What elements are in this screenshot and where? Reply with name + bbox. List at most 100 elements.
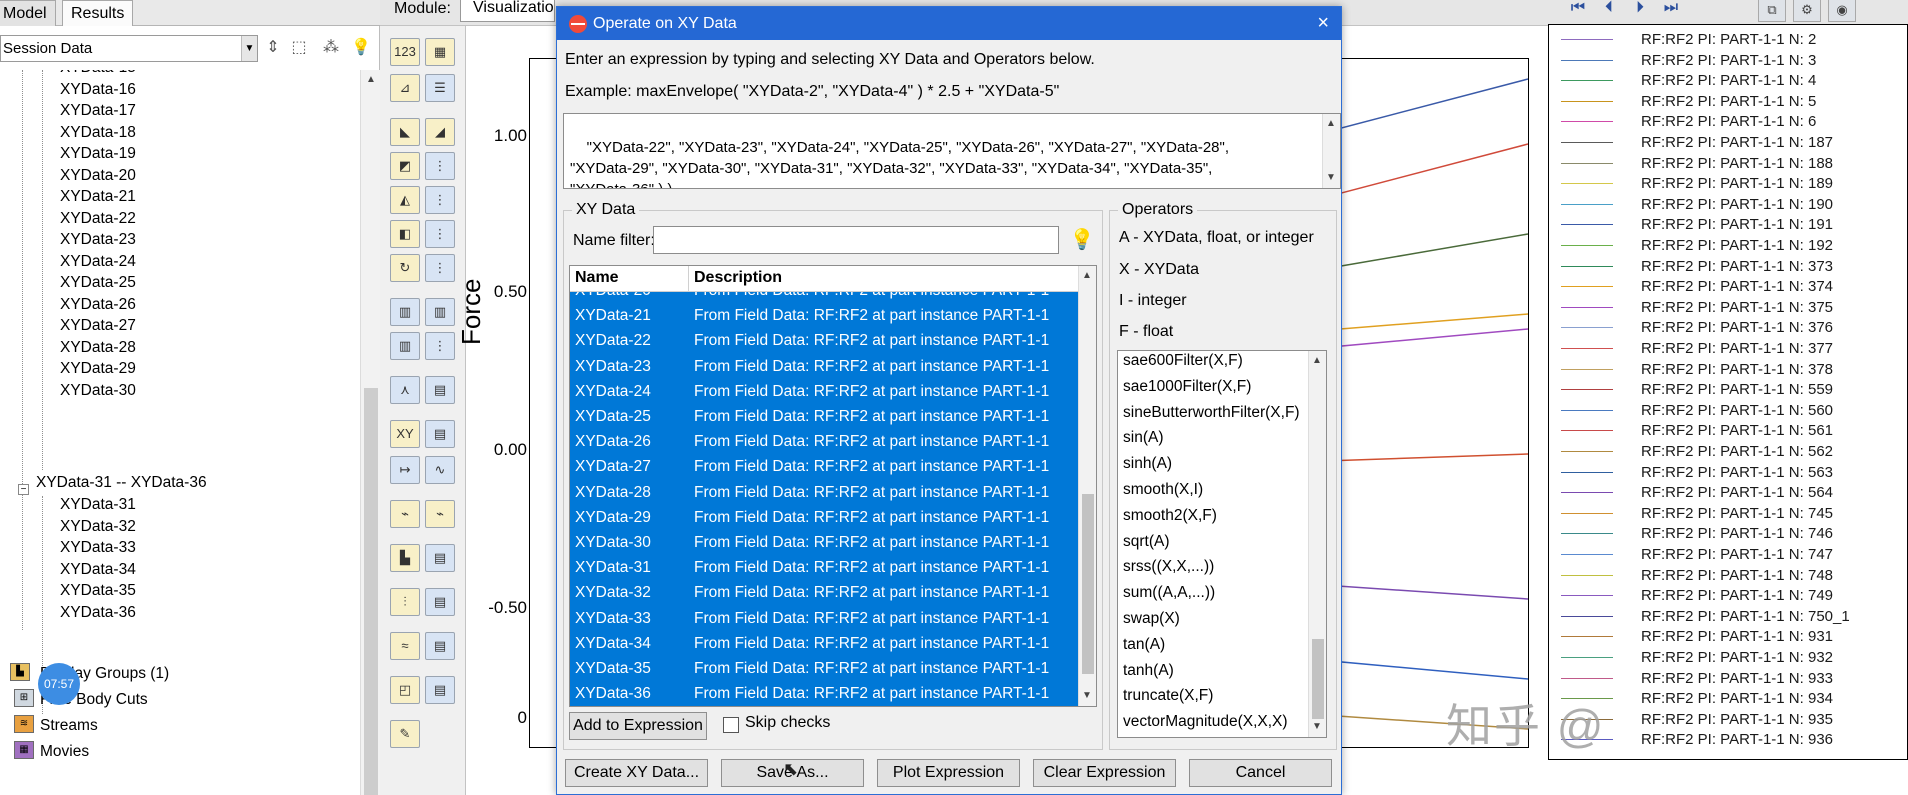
column-header-name[interactable]: Name — [575, 269, 619, 287]
tree-item-xydata[interactable]: XYData-22 — [60, 207, 136, 231]
tree-item-movies[interactable]: Movies — [40, 740, 89, 764]
tree-item-xydata[interactable]: XYData-34 — [60, 558, 136, 582]
operator-item[interactable]: sum((A,A,...)) — [1123, 584, 1215, 602]
table-row[interactable]: XYData-25 From Field Data: RF:RF2 at part… — [570, 404, 1080, 429]
query-tool-icon[interactable]: ◰ — [390, 676, 420, 704]
table-row[interactable]: XYData-27 From Field Data: RF:RF2 at part… — [570, 454, 1080, 479]
previous-frame-icon[interactable]: ⏴ — [1596, 0, 1622, 20]
animate-harmonic-icon[interactable]: ▥ — [390, 332, 420, 360]
tree-item-streams[interactable]: Streams — [40, 714, 98, 738]
overlay-options-icon[interactable]: ⋮ — [425, 254, 455, 282]
table-row[interactable]: XYData-23 From Field Data: RF:RF2 at part… — [570, 354, 1080, 379]
tree-item-xydata[interactable]: XYData-36 — [60, 601, 136, 625]
session-data-select[interactable]: Session Data ▼ — [0, 35, 258, 62]
operator-item[interactable]: swap(X) — [1123, 610, 1180, 628]
free-body-manager-icon[interactable]: ▤ — [425, 588, 455, 616]
operator-item[interactable]: srss((X,X,...)) — [1123, 558, 1214, 576]
next-frame-icon[interactable]: ⏵ — [1627, 0, 1653, 20]
tree-item-xydata[interactable]: XYData-28 — [60, 336, 136, 360]
tree-item-xydata[interactable]: XYData-27 — [60, 314, 136, 338]
plot-xy-icon[interactable]: ∿ — [425, 456, 455, 484]
scroll-down-icon[interactable]: ▼ — [1322, 168, 1340, 188]
xy-data-manager-icon[interactable]: XY — [390, 420, 420, 448]
operator-item[interactable]: sineButterworthFilter(X,F) — [1123, 404, 1300, 422]
symbol-plot-icon[interactable]: ◭ — [390, 186, 420, 214]
tree-item-xydata[interactable]: XYData-24 — [60, 250, 136, 274]
symbol-options-icon[interactable]: ⋮ — [425, 186, 455, 214]
clear-expression-button[interactable]: Clear Expression — [1033, 759, 1176, 787]
cancel-button[interactable]: Cancel — [1189, 759, 1332, 787]
operator-item[interactable]: vectorMagnitude(X,X,X) — [1123, 713, 1288, 731]
scroll-up-icon[interactable]: ▲ — [361, 70, 381, 90]
stream-manager-icon[interactable]: ⌁ — [425, 500, 455, 528]
operator-item[interactable]: sae1000Filter(X,F) — [1123, 378, 1251, 396]
table-row[interactable]: XYData-34 From Field Data: RF:RF2 at part… — [570, 631, 1080, 656]
tab-results[interactable]: Results — [62, 0, 134, 26]
tree-group-label[interactable]: XYData-31 -- XYData-36 — [36, 471, 207, 495]
tree-item-xydata[interactable]: XYData-29 — [60, 357, 136, 381]
operator-item[interactable]: smooth(X,I) — [1123, 481, 1203, 499]
numbering-tool-icon[interactable]: 123 — [390, 38, 420, 66]
add-to-expression-button[interactable]: Add to Expression — [569, 712, 707, 740]
scrollbar-thumb[interactable] — [1312, 639, 1324, 719]
module-select[interactable]: Visualization — [460, 0, 555, 22]
animate-scale-icon[interactable]: ▥ — [390, 298, 420, 326]
operator-item[interactable]: truncate(X,F) — [1123, 687, 1213, 705]
table-row[interactable]: XYData-24 From Field Data: RF:RF2 at part… — [570, 379, 1080, 404]
allow-multiple-plots-icon[interactable]: ↻ — [390, 254, 420, 282]
xy-data-list-icon[interactable]: ▤ — [425, 420, 455, 448]
animation-options-icon[interactable]: ⋮ — [425, 332, 455, 360]
table-row[interactable]: XYData-29 From Field Data: RF:RF2 at part… — [570, 505, 1080, 530]
table-row[interactable]: XYData-30 From Field Data: RF:RF2 at part… — [570, 530, 1080, 555]
free-body-icon[interactable]: ⫶ — [390, 588, 420, 616]
tab-model[interactable]: Model — [0, 0, 56, 26]
scroll-up-icon[interactable]: ▲ — [1322, 114, 1340, 134]
view-cut-icon[interactable]: ⋏ — [390, 376, 420, 404]
tree-item-xydata[interactable]: XYData-21 — [60, 185, 136, 209]
operators-scrollbar[interactable]: ▲ ▼ — [1308, 351, 1326, 737]
tree-item-xydata[interactable]: XYData-19 — [60, 142, 136, 166]
tree-item-xydata[interactable]: XYData-20 — [60, 164, 136, 188]
expression-input[interactable]: "XYData-22", "XYData-23", "XYData-24", "… — [563, 113, 1341, 189]
table-row[interactable]: XYData-35 From Field Data: RF:RF2 at part… — [570, 656, 1080, 681]
operator-item[interactable]: tanh(A) — [1123, 662, 1174, 680]
operator-item[interactable]: sinh(A) — [1123, 455, 1172, 473]
table-row[interactable]: XYData-26 From Field Data: RF:RF2 at part… — [570, 429, 1080, 454]
last-frame-icon[interactable]: ⏭ — [1658, 0, 1684, 20]
tree-item-xydata[interactable]: XYData-16 — [60, 78, 136, 102]
operator-item[interactable]: sqrt(A) — [1123, 533, 1170, 551]
list-tool-icon[interactable]: ☰ — [425, 74, 455, 102]
lightbulb-icon[interactable]: 💡 — [1069, 226, 1095, 254]
ply-manager-icon[interactable]: ▤ — [425, 632, 455, 660]
folder-up-icon[interactable]: ⬚ — [288, 36, 310, 60]
table-row[interactable]: XYData-28 From Field Data: RF:RF2 at part… — [570, 480, 1080, 505]
tree-item-xydata[interactable]: XYData-25 — [60, 271, 136, 295]
view-layout-icon[interactable]: ⧉ — [1758, 0, 1786, 22]
dialog-title-bar[interactable]: Operate on XY Data × — [557, 7, 1341, 40]
tree-item-xydata[interactable]: XYData-17 — [60, 99, 136, 123]
filter-icon[interactable]: ⁂ — [320, 36, 342, 60]
animate-time-icon[interactable]: ▥ — [425, 298, 455, 326]
table-row[interactable]: XYData-36 From Field Data: RF:RF2 at part… — [570, 681, 1080, 706]
scroll-down-icon[interactable]: ▼ — [1308, 717, 1326, 737]
scroll-down-icon[interactable]: ▼ — [1078, 686, 1096, 706]
tree-item-xydata[interactable]: XYData-33 — [60, 536, 136, 560]
column-header-description[interactable]: Description — [694, 269, 782, 287]
display-group-icon[interactable]: ▙ — [390, 544, 420, 572]
tree-item-xydata[interactable]: XYData-18 — [60, 121, 136, 145]
table-row[interactable]: XYData-32 From Field Data: RF:RF2 at part… — [570, 580, 1080, 605]
stream-tool-icon[interactable]: ⌁ — [390, 500, 420, 528]
tree-scrollbar[interactable]: ▲ — [360, 70, 380, 795]
close-icon[interactable]: × — [1317, 7, 1329, 40]
orientation-options-icon[interactable]: ⋮ — [425, 220, 455, 248]
table-row[interactable]: XYData-21 From Field Data: RF:RF2 at part… — [570, 303, 1080, 328]
table-row[interactable]: XYData-22 From Field Data: RF:RF2 at part… — [570, 328, 1080, 353]
query-manager-icon[interactable]: ▤ — [425, 676, 455, 704]
lightbulb-icon[interactable]: 💡 — [350, 36, 372, 60]
pen-tool-icon[interactable]: ✎ — [390, 720, 420, 748]
ply-stack-icon[interactable]: ≈ — [390, 632, 420, 660]
path-tool-icon[interactable]: ↦ — [390, 456, 420, 484]
tree-item-xydata[interactable]: XYData-23 — [60, 228, 136, 252]
operator-item[interactable]: sin(A) — [1123, 429, 1163, 447]
operator-item[interactable]: sae600Filter(X,F) — [1123, 352, 1243, 370]
